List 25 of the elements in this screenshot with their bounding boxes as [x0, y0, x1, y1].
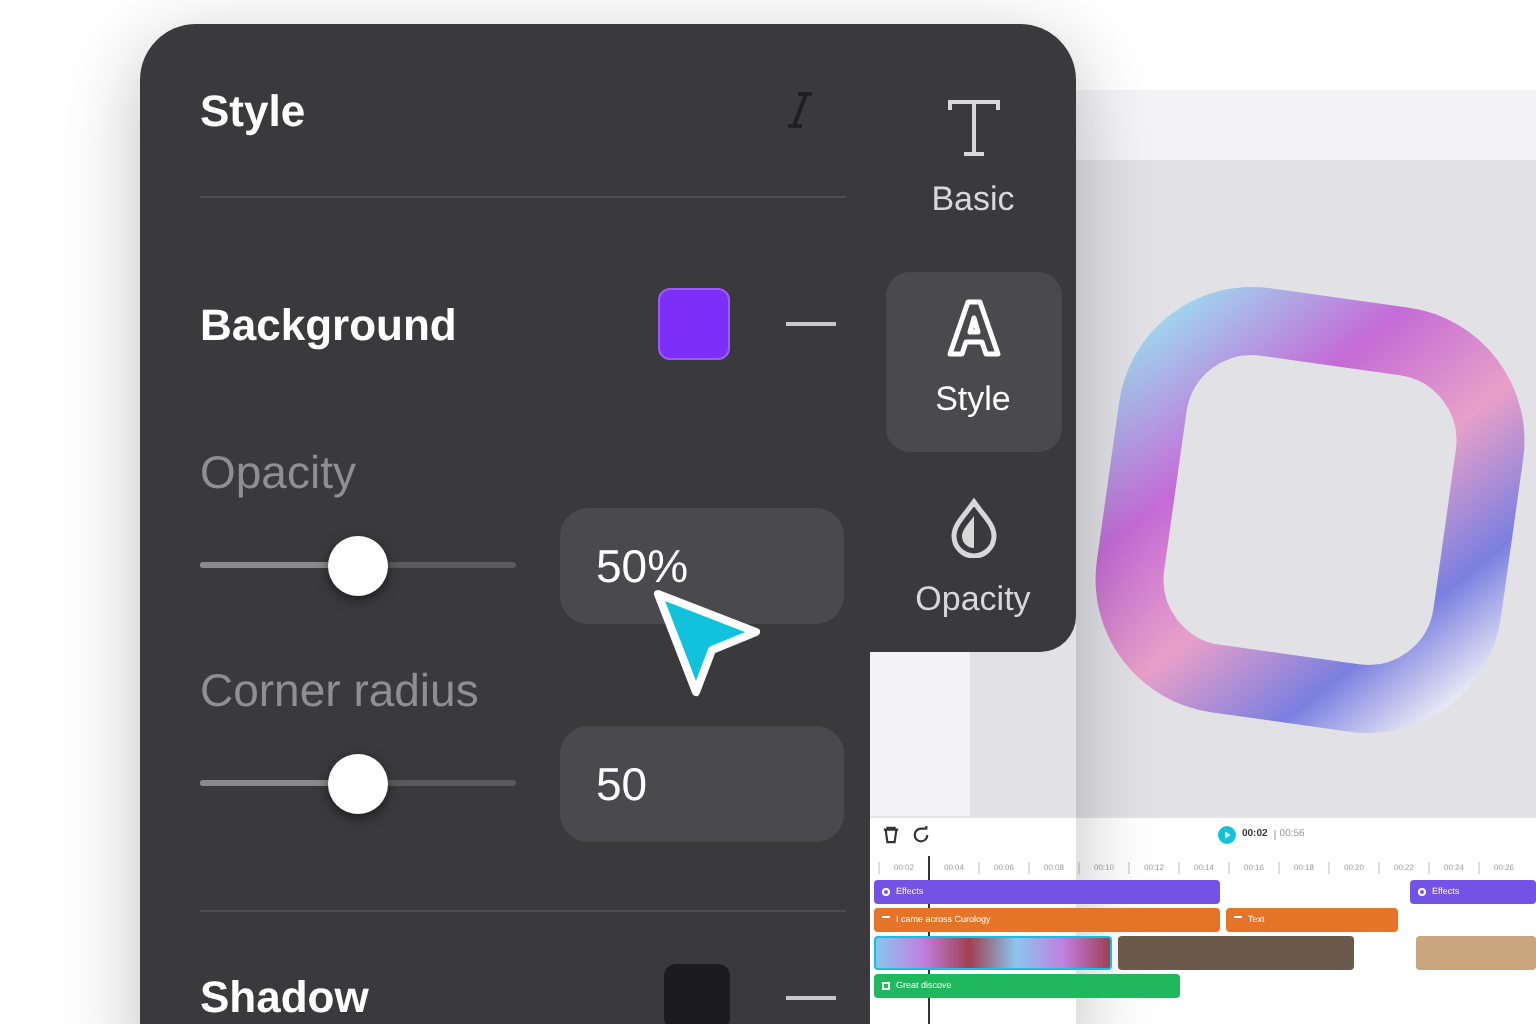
trash-icon[interactable]	[882, 826, 900, 844]
color-swatch[interactable]	[658, 288, 730, 360]
play-button[interactable]	[1218, 826, 1236, 844]
slider-label: Corner radius	[200, 668, 481, 714]
slider[interactable]	[200, 754, 516, 814]
slider-thumb[interactable]	[328, 536, 388, 596]
side-tab[interactable]: Opacity	[885, 472, 1061, 652]
pointer-cursor-icon	[652, 588, 764, 700]
color-swatch[interactable]	[664, 964, 730, 1024]
refresh-icon[interactable]	[912, 826, 930, 844]
drop-icon	[947, 498, 999, 559]
panel-title: Style	[200, 83, 306, 140]
video-clip[interactable]	[1118, 936, 1354, 970]
value-field[interactable]: 50	[560, 726, 844, 842]
video-clip[interactable]	[1416, 936, 1536, 970]
side-tab[interactable]: Style	[885, 272, 1061, 452]
dash-icon[interactable]	[786, 995, 836, 999]
side-tab[interactable]: Basic	[885, 72, 1061, 252]
slider-label: Opacity	[200, 450, 358, 496]
slider-thumb[interactable]	[328, 754, 388, 814]
slider[interactable]	[200, 536, 516, 596]
section-title: Shadow	[200, 970, 371, 1024]
letter-a-icon	[945, 298, 1001, 359]
section-title: Background	[200, 297, 459, 354]
video-clip[interactable]	[874, 936, 1112, 970]
